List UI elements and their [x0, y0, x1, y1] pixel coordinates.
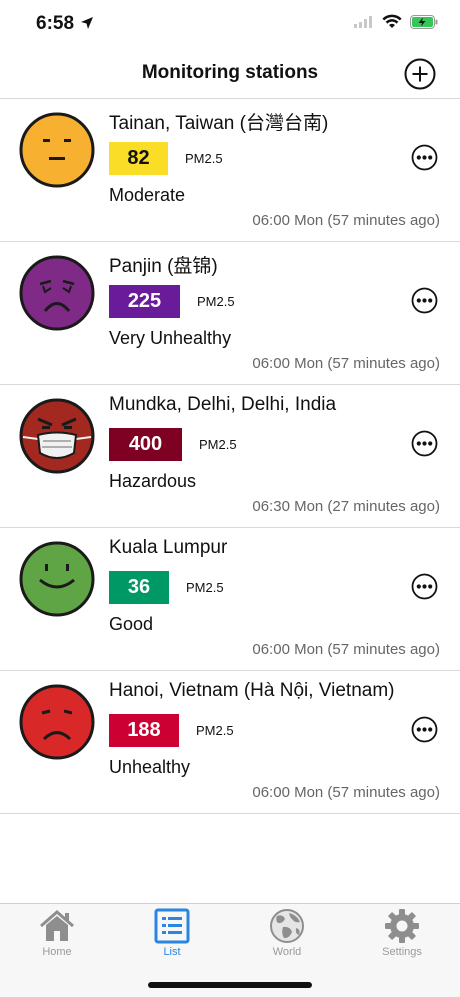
station-row[interactable]: Kuala Lumpur 36 PM2.5 Good 06:00 Mon (57… — [0, 528, 460, 671]
home-indicator — [148, 982, 312, 988]
add-station-button[interactable] — [404, 58, 436, 90]
air-quality-level: Hazardous — [109, 471, 197, 491]
more-options-button[interactable] — [411, 430, 438, 457]
globe-icon — [270, 909, 304, 943]
station-name: Panjin (盘锦) — [109, 256, 218, 277]
tab-label: Home — [42, 946, 72, 958]
station-list: Tainan, Taiwan (台灣台南) 82 PM2.5 Moderate … — [0, 99, 460, 814]
tab-label: World — [272, 946, 302, 958]
status-bar: 6:58 — [0, 0, 460, 50]
tab-world[interactable]: World — [247, 908, 327, 958]
tab-settings[interactable]: Settings — [362, 908, 442, 958]
aqi-badge: 82 — [109, 142, 168, 175]
station-row[interactable]: Panjin (盘锦) 225 PM2.5 Very Unhealthy 06:… — [0, 242, 460, 385]
air-quality-level: Very Unhealthy — [109, 328, 232, 348]
tab-label: Settings — [382, 946, 422, 958]
pollutant-label: PM2.5 — [185, 151, 223, 166]
house-icon — [40, 910, 74, 941]
station-row[interactable]: Tainan, Taiwan (台灣台南) 82 PM2.5 Moderate … — [0, 99, 460, 242]
station-row[interactable]: Mundka, Delhi, Delhi, India 400 PM2.5 Ha… — [0, 385, 460, 528]
station-row[interactable]: Hanoi, Vietnam (Hà Nội, Vietnam) 188 PM2… — [0, 671, 460, 814]
more-options-button[interactable] — [411, 287, 438, 314]
battery-charging-icon — [410, 14, 438, 29]
good-smiling-face-icon — [19, 541, 95, 617]
last-updated: 06:00 Mon (57 minutes ago) — [252, 641, 440, 658]
very-unhealthy-face-icon — [19, 255, 95, 331]
aqi-badge: 188 — [109, 714, 179, 747]
last-updated: 06:00 Mon (57 minutes ago) — [252, 212, 440, 229]
aqi-badge: 36 — [109, 571, 169, 604]
location-arrow-icon — [81, 17, 93, 29]
gear-icon — [385, 909, 419, 943]
page-title: Monitoring stations — [141, 62, 319, 83]
last-updated: 06:00 Mon (57 minutes ago) — [252, 355, 440, 372]
tab-label: List — [163, 946, 181, 958]
station-name: Mundka, Delhi, Delhi, India — [109, 394, 337, 415]
hazardous-face-mask-icon — [19, 398, 95, 474]
aqi-badge: 225 — [109, 285, 180, 318]
air-quality-level: Unhealthy — [109, 757, 191, 777]
tab-home[interactable]: Home — [17, 908, 97, 958]
navigation-bar: Monitoring stations — [0, 50, 460, 99]
air-quality-level: Moderate — [109, 185, 186, 205]
more-options-button[interactable] — [411, 144, 438, 171]
last-updated: 06:30 Mon (27 minutes ago) — [252, 498, 440, 515]
station-name: Hanoi, Vietnam (Hà Nội, Vietnam) — [109, 680, 395, 701]
last-updated: 06:00 Mon (57 minutes ago) — [252, 784, 440, 801]
pollutant-label: PM2.5 — [186, 580, 224, 595]
more-options-button[interactable] — [411, 573, 438, 600]
status-time: 6:58 — [36, 13, 75, 34]
pollutant-label: PM2.5 — [196, 723, 234, 738]
unhealthy-sad-face-icon — [19, 684, 95, 760]
cellular-signal-icon — [354, 15, 372, 28]
pollutant-label: PM2.5 — [197, 294, 235, 309]
station-name: Tainan, Taiwan (台灣台南) — [109, 113, 329, 134]
air-quality-level: Good — [109, 614, 154, 634]
aqi-badge: 400 — [109, 428, 182, 461]
tab-list[interactable]: List — [132, 908, 212, 958]
station-name: Kuala Lumpur — [109, 537, 228, 558]
neutral-face-icon — [19, 112, 95, 188]
wifi-icon — [382, 14, 402, 28]
list-icon — [154, 908, 190, 944]
more-options-button[interactable] — [411, 716, 438, 743]
pollutant-label: PM2.5 — [199, 437, 237, 452]
